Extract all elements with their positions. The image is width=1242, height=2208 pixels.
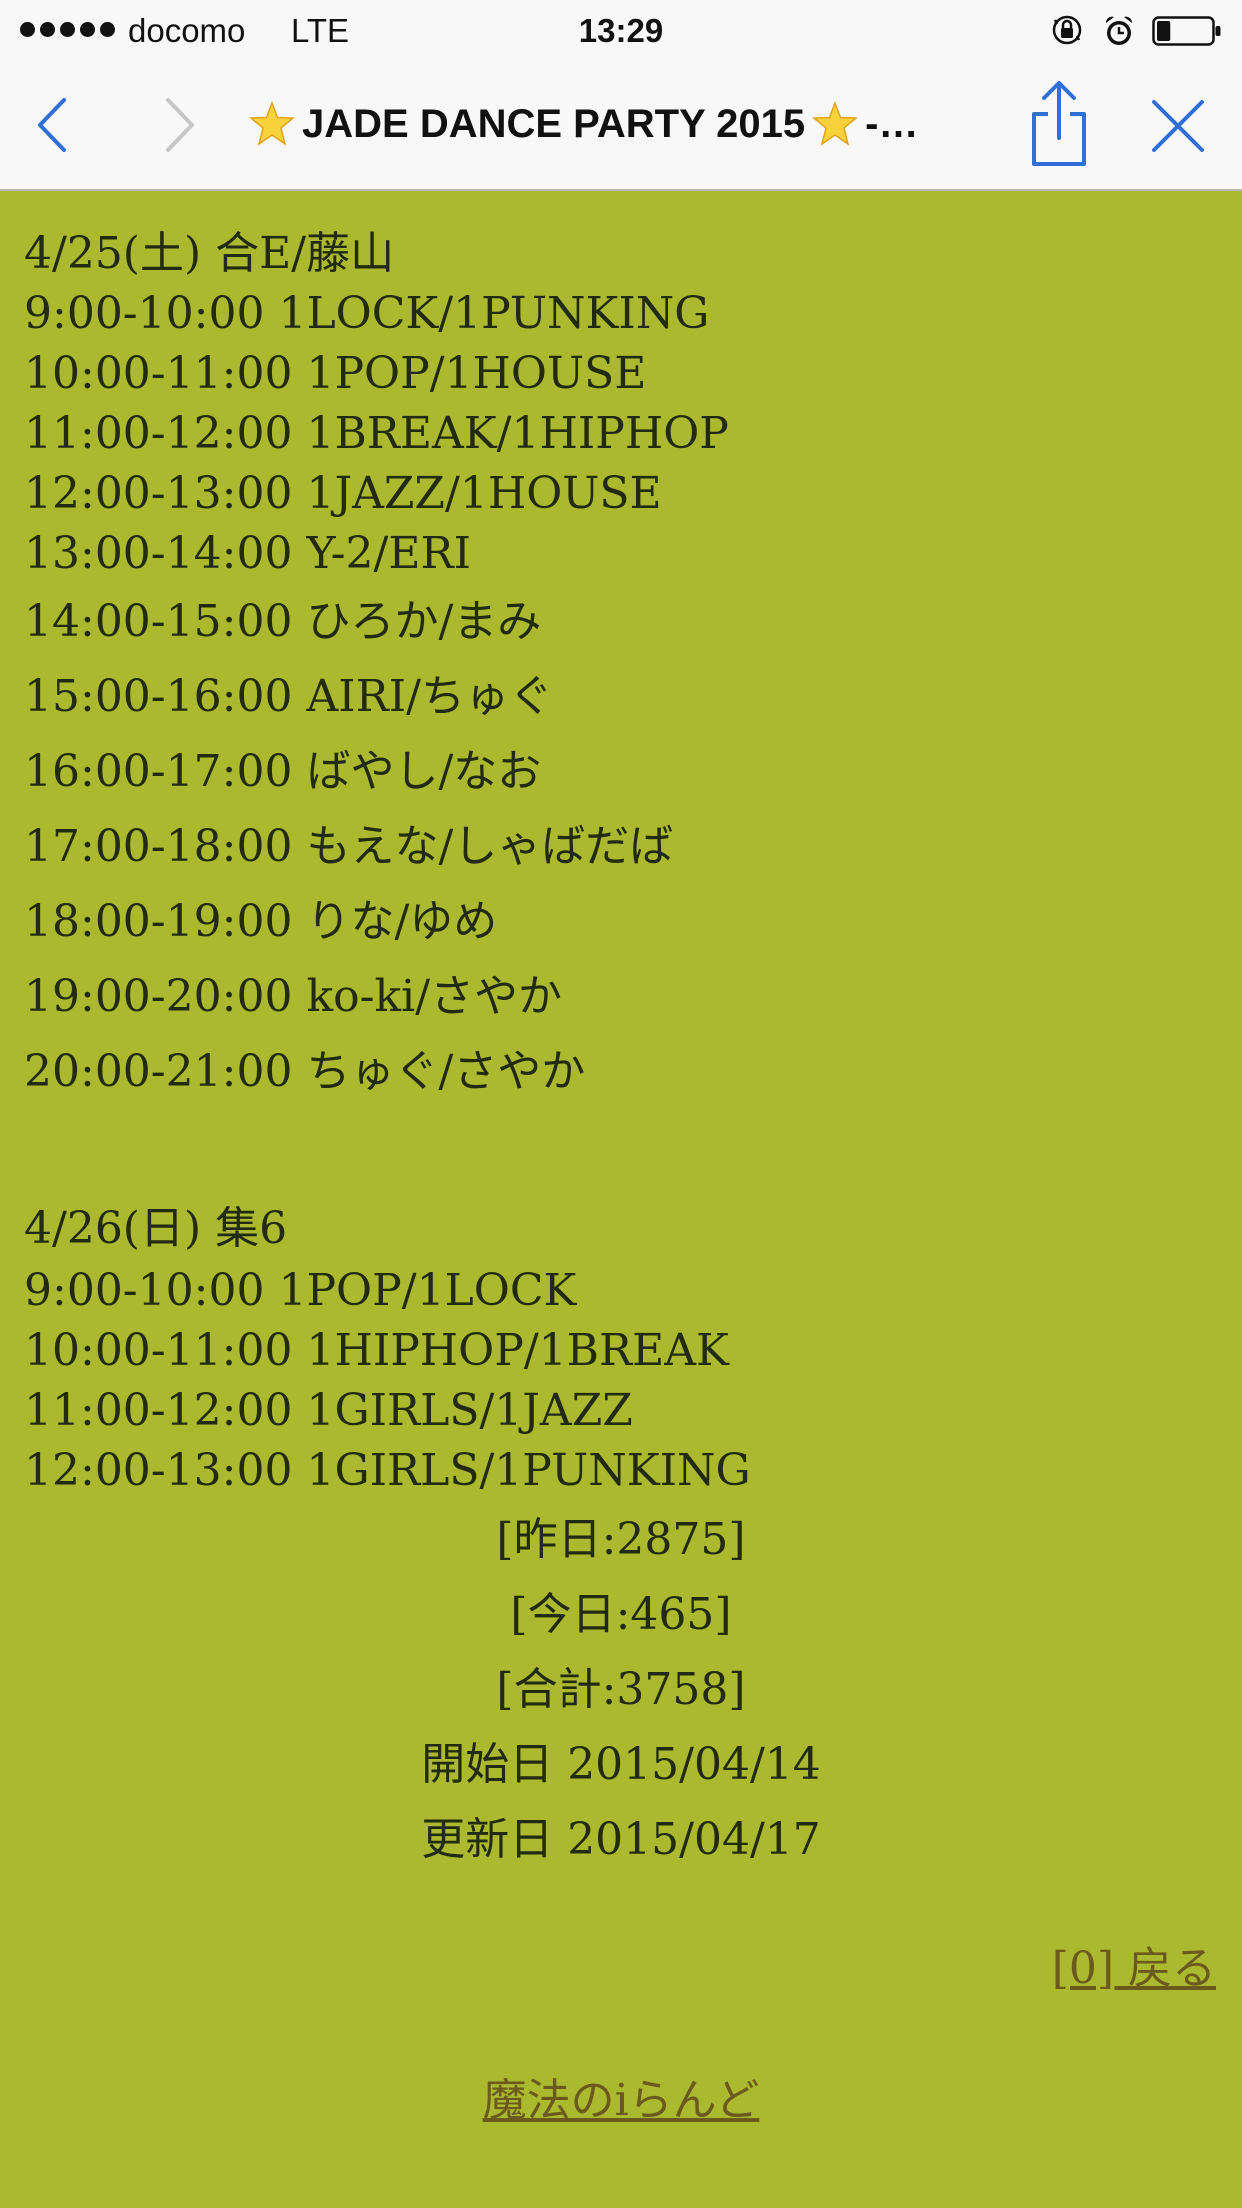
- status-bar: docomo LTE 13:29: [0, 0, 1242, 62]
- access-counters: [昨日:2875] [今日:465] [合計:3758] 開始日 2015/04…: [0, 1502, 1242, 1877]
- start-date: 開始日 2015/04/14: [421, 1739, 821, 1790]
- footer-link[interactable]: 魔法のiらんど: [483, 2075, 760, 2126]
- orientation-lock-icon: [1052, 15, 1082, 45]
- schedule-line: 15:00-16:00 AIRI/ちゅぐ: [24, 671, 553, 722]
- counter-today: [今日:465]: [510, 1589, 732, 1640]
- schedule-line: 11:00-12:00 1BREAK/1HIPHOP: [24, 408, 729, 459]
- page-title-suffix: -…: [865, 101, 919, 146]
- schedule-line: 17:00-18:00 もえな/しゃばだば: [24, 821, 674, 872]
- day-header: 4/25(土) 合E/藤山: [24, 228, 395, 279]
- forward-chevron-icon[interactable]: [152, 92, 202, 158]
- schedule-line: 19:00-20:00 ko-ki/さやか: [24, 971, 563, 1022]
- star-icon: [249, 100, 295, 146]
- day-header: 4/26(日) 集6: [24, 1203, 288, 1254]
- schedule-line: 16:00-17:00 ばやし/なお: [24, 746, 542, 797]
- schedule-line: 10:00-11:00 1HIPHOP/1BREAK: [24, 1325, 729, 1376]
- schedule-line: 12:00-13:00 1GIRLS/1PUNKING: [24, 1445, 751, 1496]
- close-icon[interactable]: [1148, 96, 1208, 156]
- schedule-line: 10:00-11:00 1POP/1HOUSE: [24, 348, 647, 399]
- footer: 魔法のiらんど: [0, 2064, 1242, 2128]
- schedule-line: 12:00-13:00 1JAZZ/1HOUSE: [24, 468, 662, 519]
- schedule-line: 20:00-21:00 ちゅぐ/さやか: [24, 1046, 586, 1097]
- schedule-line: 18:00-19:00 りな/ゆめ: [24, 896, 498, 947]
- battery-icon: [1152, 16, 1221, 46]
- page-title-text: JADE DANCE PARTY 2015: [302, 101, 806, 146]
- back-link[interactable]: [0] 戻る: [1052, 1932, 1216, 1996]
- counter-yesterday: [昨日:2875]: [496, 1514, 746, 1565]
- schedule-line: 9:00-10:00 1POP/1LOCK: [24, 1265, 577, 1316]
- counter-total: [合計:3758]: [496, 1664, 746, 1715]
- schedule-day-2: 4/26(日) 集6 9:00-10:00 1POP/1LOCK 10:00-1…: [24, 1197, 1224, 1501]
- back-chevron-icon[interactable]: [30, 92, 80, 158]
- share-icon[interactable]: [1024, 78, 1094, 170]
- star-icon: [812, 100, 859, 146]
- updated-date: 更新日 2015/04/17: [421, 1814, 821, 1865]
- schedule-line: 13:00-14:00 Y-2/ERI: [24, 528, 471, 579]
- page-title: JADE DANCE PARTY 2015 -…: [248, 100, 1008, 148]
- alarm-icon: [1105, 16, 1133, 45]
- schedule-line: 11:00-12:00 1GIRLS/1JAZZ: [24, 1385, 633, 1436]
- schedule-day-1: 4/25(土) 合E/藤山 9:00-10:00 1LOCK/1PUNKING …: [24, 224, 1224, 1109]
- browser-nav-bar: JADE DANCE PARTY 2015 -…: [0, 62, 1242, 191]
- schedule-line: 9:00-10:00 1LOCK/1PUNKING: [24, 288, 710, 339]
- page-content: 4/25(土) 合E/藤山 9:00-10:00 1LOCK/1PUNKING …: [24, 224, 1224, 1501]
- schedule-line: 14:00-15:00 ひろか/まみ: [24, 596, 542, 647]
